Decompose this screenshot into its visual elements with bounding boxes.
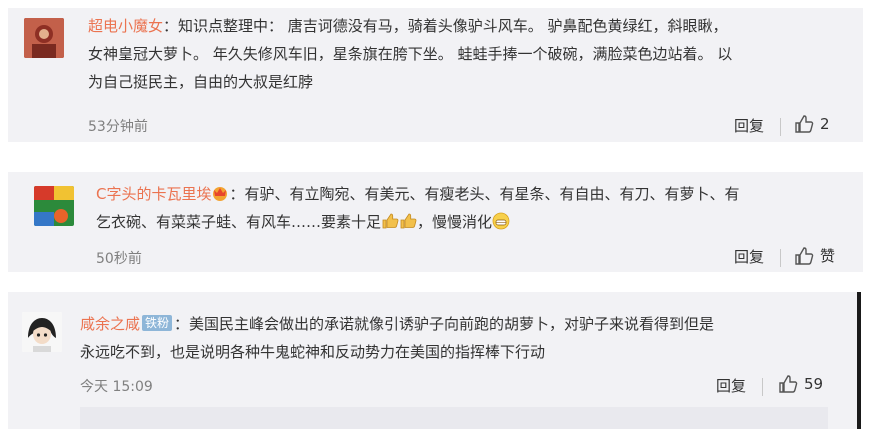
thumbs-up-emoji-icon — [382, 213, 399, 229]
timestamp: 50秒前 — [96, 251, 142, 267]
comment-text: 咸余之咸 铁粉 ：美国民主峰会做出的承诺就像引诱驴子向前跑的胡萝卜，对驴子来说看得到… — [80, 310, 850, 366]
reply-button[interactable]: 回复 — [734, 115, 764, 136]
comment-body-line: 为自己挺民主，自由的大叔是红脖 — [88, 73, 314, 91]
comment-body-line: 乞衣碗、有菜菜子蛙、有风车……要素十足 — [96, 213, 382, 231]
like-button[interactable]: 59 — [778, 374, 823, 394]
thumbs-up-icon — [795, 246, 814, 265]
fan-badge: 铁粉 — [142, 315, 173, 331]
comment-body-line: ：有驴、有立陶宛、有美元、有瘦老头、有星条、有自由、有刀、有萝卜、有 — [229, 185, 740, 203]
comment-body-line: ：知识点整理中： 唐吉诃德没有马，骑着头像驴斗风车。 驴鼻配色黄绿红，斜眼瞅， — [163, 17, 728, 35]
comment-body-line: ：美国民主峰会做出的承诺就像引诱驴子向前跑的胡萝卜，对驴子来说看得到但是 — [174, 315, 715, 333]
reply-input-area[interactable] — [80, 407, 828, 429]
reply-button[interactable]: 回复 — [734, 246, 764, 267]
username-link[interactable]: C字头的卡瓦里埃 — [96, 185, 211, 203]
crown-badge-icon — [213, 187, 228, 201]
reply-button[interactable]: 回复 — [716, 375, 746, 396]
scrollbar[interactable] — [857, 292, 861, 429]
comment-body-line: 女神皇冠大萝卜。 年久失修风车旧，星条旗在胯下坐。 蛙蛙手捧一个破碗，满脸菜色边… — [88, 45, 733, 63]
avatar[interactable] — [22, 312, 62, 352]
thumbs-up-emoji-icon — [400, 213, 417, 229]
like-count: 59 — [804, 375, 824, 393]
comment-text: 超电小魔女：知识点整理中： 唐吉诃德没有马，骑着头像驴斗风车。 驴鼻配色黄绿红，… — [88, 12, 848, 96]
username-link[interactable]: 咸余之咸 — [80, 315, 140, 333]
thumbs-up-icon — [779, 375, 798, 393]
divider — [780, 118, 781, 136]
like-label: 赞 — [820, 247, 836, 265]
timestamp: 今天 15:09 — [80, 379, 153, 395]
username-link[interactable]: 超电小魔女 — [88, 17, 163, 35]
comment-body-line: 永远吃不到，也是说明各种牛鬼蛇神和反动势力在美国的指挥棒下行动 — [80, 343, 546, 361]
grin-emoji-icon — [492, 212, 510, 230]
divider — [780, 249, 781, 267]
avatar[interactable] — [34, 186, 74, 226]
avatar[interactable] — [24, 18, 64, 58]
like-button[interactable]: 2 — [794, 114, 830, 134]
like-count: 2 — [820, 115, 830, 133]
comment-body-line: ，慢慢消化 — [417, 213, 493, 231]
thumbs-up-icon — [795, 115, 814, 133]
like-button[interactable]: 赞 — [794, 245, 835, 266]
comment-card-2: C字头的卡瓦里埃 ：有驴、有立陶宛、有美元、有瘦老头、有星条、有自由、有刀、有萝卜… — [8, 172, 863, 272]
comment-text: C字头的卡瓦里埃 ：有驴、有立陶宛、有美元、有瘦老头、有星条、有自由、有刀、有萝卜… — [96, 180, 856, 236]
timestamp: 53分钟前 — [88, 119, 148, 135]
comment-card-1: 超电小魔女：知识点整理中： 唐吉诃德没有马，骑着头像驴斗风车。 驴鼻配色黄绿红，… — [8, 8, 863, 142]
divider — [762, 378, 763, 396]
